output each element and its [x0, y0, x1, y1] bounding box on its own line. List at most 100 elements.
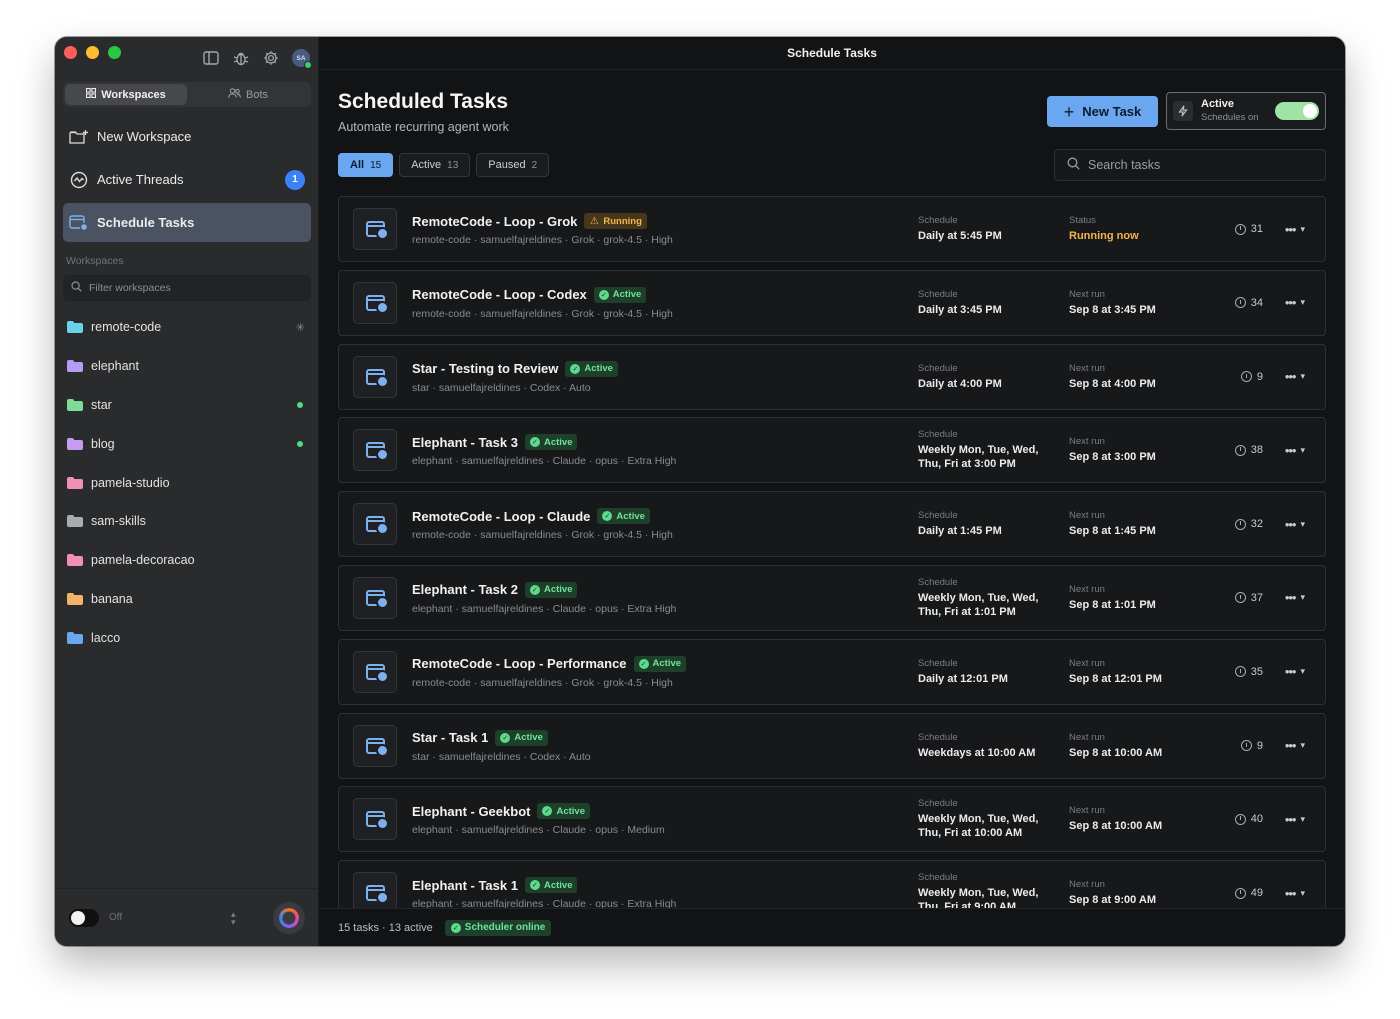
next-run-column: Next run Sep 8 at 12:01 PM — [1069, 640, 1209, 704]
workspace-item[interactable]: star — [63, 386, 311, 425]
search-icon — [1067, 157, 1080, 173]
status-label: Active — [556, 805, 585, 817]
maximize-window-button[interactable] — [108, 46, 121, 59]
task-menu-button[interactable]: ••• ▾ — [1285, 418, 1305, 482]
schedule-label: Schedule — [918, 362, 958, 374]
workspace-item[interactable]: banana — [63, 580, 311, 619]
status-label: Active — [652, 658, 682, 670]
workspace-item[interactable]: blog — [63, 424, 311, 463]
task-title: RemoteCode - Loop - Codex ✓ Active — [412, 286, 647, 303]
task-menu-button[interactable]: ••• ▾ — [1285, 640, 1305, 704]
next-run-label: Next run — [1069, 436, 1105, 448]
task-title: Star - Task 1 ✓ Active — [412, 729, 548, 746]
up-down-chevron-icon[interactable]: ▴ ▾ — [231, 909, 236, 926]
clock-icon — [1234, 887, 1246, 899]
next-run-column: Next run Sep 8 at 4:00 PM — [1069, 345, 1209, 409]
workspace-item[interactable]: sam-skills — [63, 502, 311, 541]
task-row[interactable]: Star - Testing to Review ✓ Active star · sa… — [338, 343, 1326, 410]
nav-schedule-tasks[interactable]: Schedule Tasks — [63, 203, 311, 242]
task-menu-button[interactable]: ••• ▾ — [1285, 714, 1305, 778]
run-count: 35 — [1234, 640, 1263, 704]
chevron-down-icon: ▾ — [1300, 887, 1305, 898]
schedule-column: Schedule Daily at 3:45 PM — [918, 271, 1053, 335]
more-dots-icon: ••• — [1284, 295, 1297, 311]
toggle-label: Off — [109, 912, 123, 923]
check-circle-icon: ✓ — [529, 437, 540, 448]
workspace-item[interactable]: lacco — [63, 618, 311, 657]
settings-gear-icon[interactable] — [262, 49, 280, 67]
task-menu-button[interactable]: ••• ▾ — [1285, 345, 1305, 409]
task-row[interactable]: Star - Task 1 ✓ Active star · samuelfajreld… — [338, 712, 1326, 779]
status-badge: ✓ Active — [495, 729, 548, 746]
task-menu-button[interactable]: ••• ▾ — [1285, 271, 1305, 335]
task-row[interactable]: RemoteCode - Loop - Codex ✓ Active remote-c… — [338, 269, 1326, 336]
task-menu-button[interactable]: ••• ▾ — [1285, 197, 1305, 261]
folder-icon — [67, 476, 83, 489]
new-task-button[interactable]: + New Task — [1047, 96, 1158, 127]
power-toggle[interactable] — [69, 908, 99, 927]
user-avatar[interactable]: SA — [292, 49, 312, 69]
filter-tab[interactable]: Paused 2 — [476, 153, 550, 177]
status-label: Active — [616, 510, 645, 522]
task-row[interactable]: Elephant - Task 1 ✓ Active elephant · samue… — [338, 860, 1326, 908]
run-count: 37 — [1234, 566, 1263, 630]
task-row[interactable]: Elephant - Geekbot ✓ Active elephant · samu… — [338, 786, 1326, 853]
calendar-task-icon — [353, 281, 397, 324]
filter-tab[interactable]: All 15 — [338, 153, 394, 177]
status-label: Active — [514, 732, 543, 744]
status-label: Active — [612, 289, 642, 301]
nav-new-workspace[interactable]: New Workspace — [63, 117, 311, 156]
clock-icon — [1240, 371, 1252, 383]
schedule-column: Schedule Daily at 12:01 PM — [918, 640, 1053, 704]
calendar-task-icon — [353, 724, 397, 767]
task-name: RemoteCode - Loop - Performance — [412, 656, 627, 672]
run-count-value: 9 — [1256, 370, 1263, 383]
folder-icon — [67, 437, 83, 450]
next-run-label: Next run — [1069, 583, 1105, 595]
filter-workspaces-input[interactable]: Filter workspaces — [63, 275, 311, 301]
filter-tab[interactable]: Active 13 — [399, 153, 471, 177]
workspace-item[interactable]: remote-code ✳ — [63, 308, 311, 347]
chevron-down-icon: ▾ — [1300, 518, 1305, 529]
schedules-toggle[interactable] — [1275, 102, 1319, 120]
minimize-window-button[interactable] — [86, 46, 99, 59]
filter-label: Active — [411, 159, 442, 171]
sidebar-segmented-control: Workspaces Bots — [63, 82, 311, 107]
search-tasks-input[interactable]: Search tasks — [1054, 149, 1326, 181]
task-row[interactable]: Elephant - Task 3 ✓ Active elephant · samue… — [338, 417, 1326, 484]
task-name: Star - Testing to Review — [412, 361, 559, 377]
schedule-label: Schedule — [918, 288, 958, 300]
task-menu-button[interactable]: ••• ▾ — [1285, 492, 1305, 556]
check-circle-icon: ✓ — [542, 806, 553, 817]
filter-label: Paused — [488, 159, 526, 171]
nav-active-threads[interactable]: Active Threads 1 — [63, 160, 311, 199]
chevron-down-icon: ▾ — [1300, 813, 1305, 824]
close-window-button[interactable] — [64, 46, 77, 59]
status-badge: ✓ Active — [593, 286, 647, 303]
filter-count: 2 — [531, 159, 538, 171]
schedule-column: Schedule Weekly Mon, Tue, Wed, Thu, Fri a… — [918, 418, 1053, 482]
activity-ring-icon[interactable] — [273, 901, 305, 934]
schedule-value: Daily at 12:01 PM — [918, 672, 1008, 685]
task-row[interactable]: RemoteCode - Loop - Performance ✓ Active re… — [338, 638, 1326, 705]
next-run-value: Sep 8 at 10:00 AM — [1069, 820, 1163, 833]
next-run-label: Next run — [1069, 657, 1105, 669]
task-summary: 15 tasks · 13 active — [338, 921, 433, 934]
workspace-item[interactable]: elephant — [63, 347, 311, 386]
task-row[interactable]: Elephant - Task 2 ✓ Active elephant · samue… — [338, 564, 1326, 631]
task-menu-button[interactable]: ••• ▾ — [1285, 566, 1305, 630]
segment-workspaces[interactable]: Workspaces — [65, 84, 187, 105]
task-row[interactable]: RemoteCode - Loop - Claude ✓ Active remote-… — [338, 491, 1326, 558]
task-menu-button[interactable]: ••• ▾ — [1285, 787, 1305, 851]
task-row[interactable]: RemoteCode - Loop - Grok ⚠ Running remote-c… — [338, 196, 1326, 262]
schedule-value: Weekdays at 10:00 AM — [918, 746, 1036, 759]
chevron-down-icon: ▾ — [1300, 592, 1305, 603]
workspace-item[interactable]: pamela-studio — [63, 463, 311, 502]
sidebar-toggle-icon[interactable] — [202, 49, 220, 67]
schedule-value: Weekly Mon, Tue, Wed, Thu, Fri at 9:00 A… — [918, 887, 1039, 908]
segment-bots[interactable]: Bots — [187, 84, 309, 105]
task-menu-button[interactable]: ••• ▾ — [1285, 861, 1305, 908]
task-list: RemoteCode - Loop - Grok ⚠ Running remote-c… — [338, 196, 1326, 908]
workspace-item[interactable]: pamela-decoracao — [63, 541, 311, 580]
bug-icon[interactable] — [232, 49, 250, 67]
